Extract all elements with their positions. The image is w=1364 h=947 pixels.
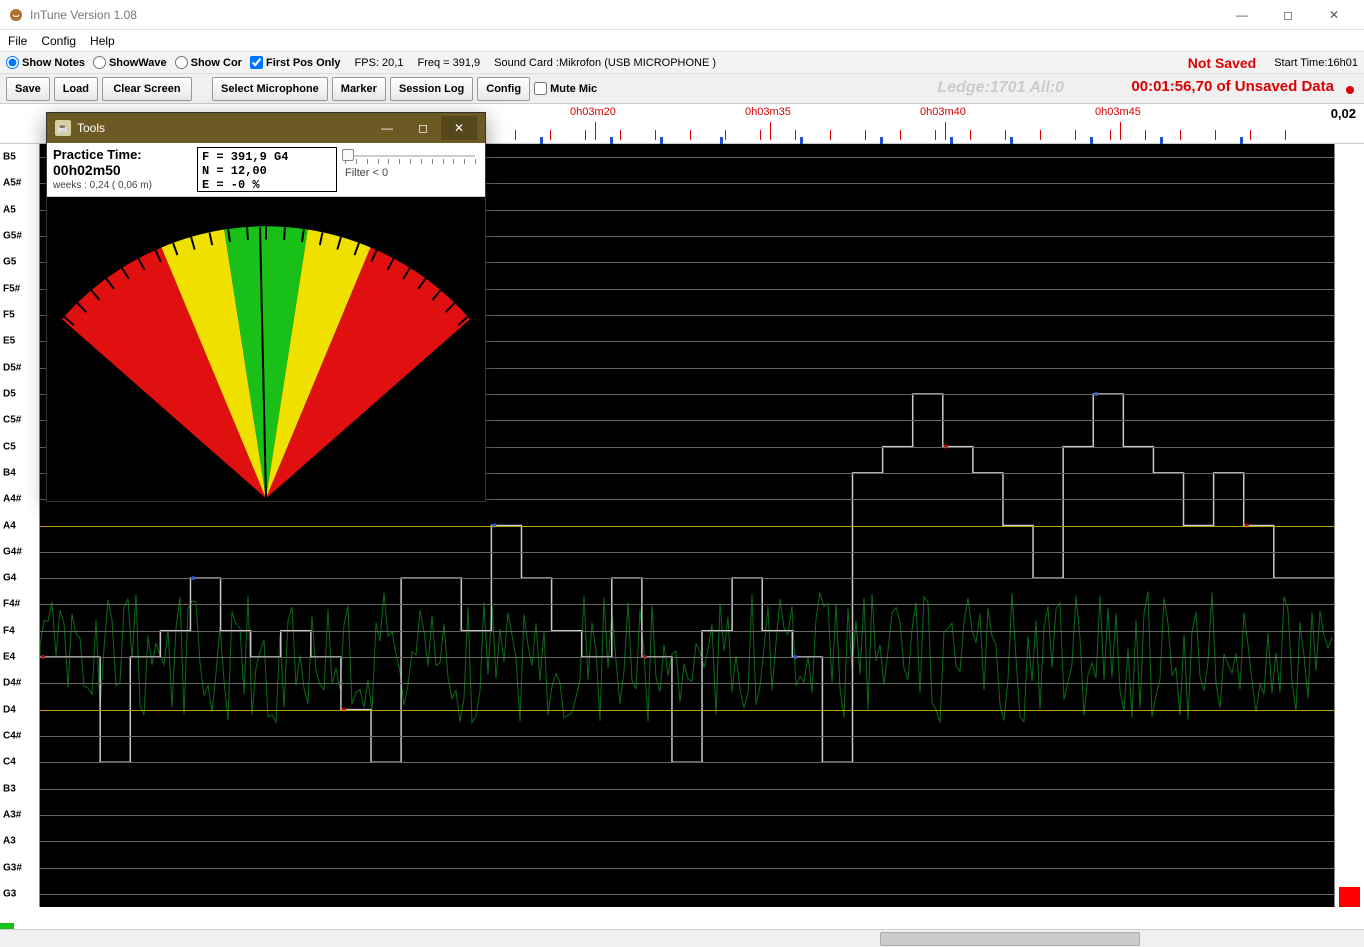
status-freq: Freq = 391,9 bbox=[417, 57, 480, 69]
session-log-button[interactable]: Session Log bbox=[390, 77, 473, 101]
radio-show-notes[interactable]: Show Notes bbox=[6, 56, 85, 69]
optionbar: Show Notes ShowWave Show Cor First Pos O… bbox=[0, 52, 1364, 74]
tools-close-icon[interactable]: ✕ bbox=[441, 116, 477, 140]
readout-frequency: F = 391,9 G4 bbox=[202, 150, 332, 164]
status-fps: FPS: 20,1 bbox=[355, 57, 404, 69]
record-indicator-icon bbox=[1346, 86, 1354, 94]
practice-time-label: Practice Time: bbox=[53, 147, 193, 162]
clear-screen-button[interactable]: Clear Screen bbox=[102, 77, 192, 101]
ledge-label: Ledge:1701 All:0 bbox=[937, 79, 1064, 97]
practice-weeks-value: weeks : 0,24 ( 0,06 m) bbox=[53, 180, 193, 191]
not-saved-label: Not Saved bbox=[1188, 55, 1256, 71]
radio-show-wave[interactable]: ShowWave bbox=[93, 56, 167, 69]
readout-error: E = -0 % bbox=[202, 178, 332, 192]
menu-file[interactable]: File bbox=[8, 34, 27, 48]
note-axis: B5A5#A5G5#G5F5#F5E5D5#D5C5#C5B4A4#A4G4#G… bbox=[0, 144, 40, 907]
tools-window[interactable]: ☕ Tools — ◻ ✕ Practice Time: 00h02m50 we… bbox=[46, 112, 486, 502]
tools-titlebar[interactable]: ☕ Tools — ◻ ✕ bbox=[47, 113, 485, 143]
time-scale-value: 0,02 bbox=[1331, 106, 1356, 121]
checkbox-first-pos-only[interactable]: First Pos Only bbox=[250, 56, 341, 69]
level-indicator bbox=[1339, 887, 1360, 907]
checkbox-mute-mic[interactable]: Mute Mic bbox=[534, 82, 597, 95]
unsaved-time-label: 00:01:56,70 of Unsaved Data bbox=[1131, 78, 1334, 95]
readout-n: N = 12,00 bbox=[202, 164, 332, 178]
window-maximize-icon[interactable]: ◻ bbox=[1266, 1, 1310, 29]
slider-knob[interactable] bbox=[342, 149, 354, 161]
horizontal-scrollbar[interactable] bbox=[0, 929, 1364, 947]
window-title: InTune Version 1.08 bbox=[30, 8, 1220, 22]
toolbar: Save Load Clear Screen Select Microphone… bbox=[0, 74, 1364, 104]
filter-slider[interactable] bbox=[345, 149, 475, 163]
radio-show-cor[interactable]: Show Cor bbox=[175, 56, 242, 69]
save-button[interactable]: Save bbox=[6, 77, 50, 101]
tuning-readout: F = 391,9 G4 N = 12,00 E = -0 % bbox=[197, 147, 337, 192]
window-minimize-icon[interactable]: — bbox=[1220, 1, 1264, 29]
window-close-icon[interactable]: ✕ bbox=[1312, 1, 1356, 29]
tools-infobar: Practice Time: 00h02m50 weeks : 0,24 ( 0… bbox=[47, 143, 485, 197]
marker-button[interactable]: Marker bbox=[332, 77, 386, 101]
position-marker bbox=[0, 923, 14, 929]
start-time-label: Start Time:16h01 bbox=[1274, 57, 1358, 69]
config-button[interactable]: Config bbox=[477, 77, 530, 101]
window-titlebar: InTune Version 1.08 — ◻ ✕ bbox=[0, 0, 1364, 30]
tools-minimize-icon[interactable]: — bbox=[369, 116, 405, 140]
select-microphone-button[interactable]: Select Microphone bbox=[212, 77, 328, 101]
scrollbar-thumb[interactable] bbox=[880, 932, 1140, 946]
filter-label: Filter < 0 bbox=[345, 167, 475, 179]
practice-time-value: 00h02m50 bbox=[53, 162, 193, 178]
menubar: File Config Help bbox=[0, 30, 1364, 52]
load-button[interactable]: Load bbox=[54, 77, 98, 101]
tools-maximize-icon[interactable]: ◻ bbox=[405, 116, 441, 140]
menu-help[interactable]: Help bbox=[90, 34, 115, 48]
java-icon bbox=[8, 7, 24, 23]
tools-title: Tools bbox=[77, 121, 105, 135]
menu-config[interactable]: Config bbox=[41, 34, 76, 48]
java-icon: ☕ bbox=[55, 120, 71, 136]
status-soundcard: Sound Card :Mikrofon (USB MICROPHONE ) bbox=[494, 57, 716, 69]
level-axis bbox=[1334, 144, 1364, 907]
tuning-gauge bbox=[47, 197, 485, 501]
